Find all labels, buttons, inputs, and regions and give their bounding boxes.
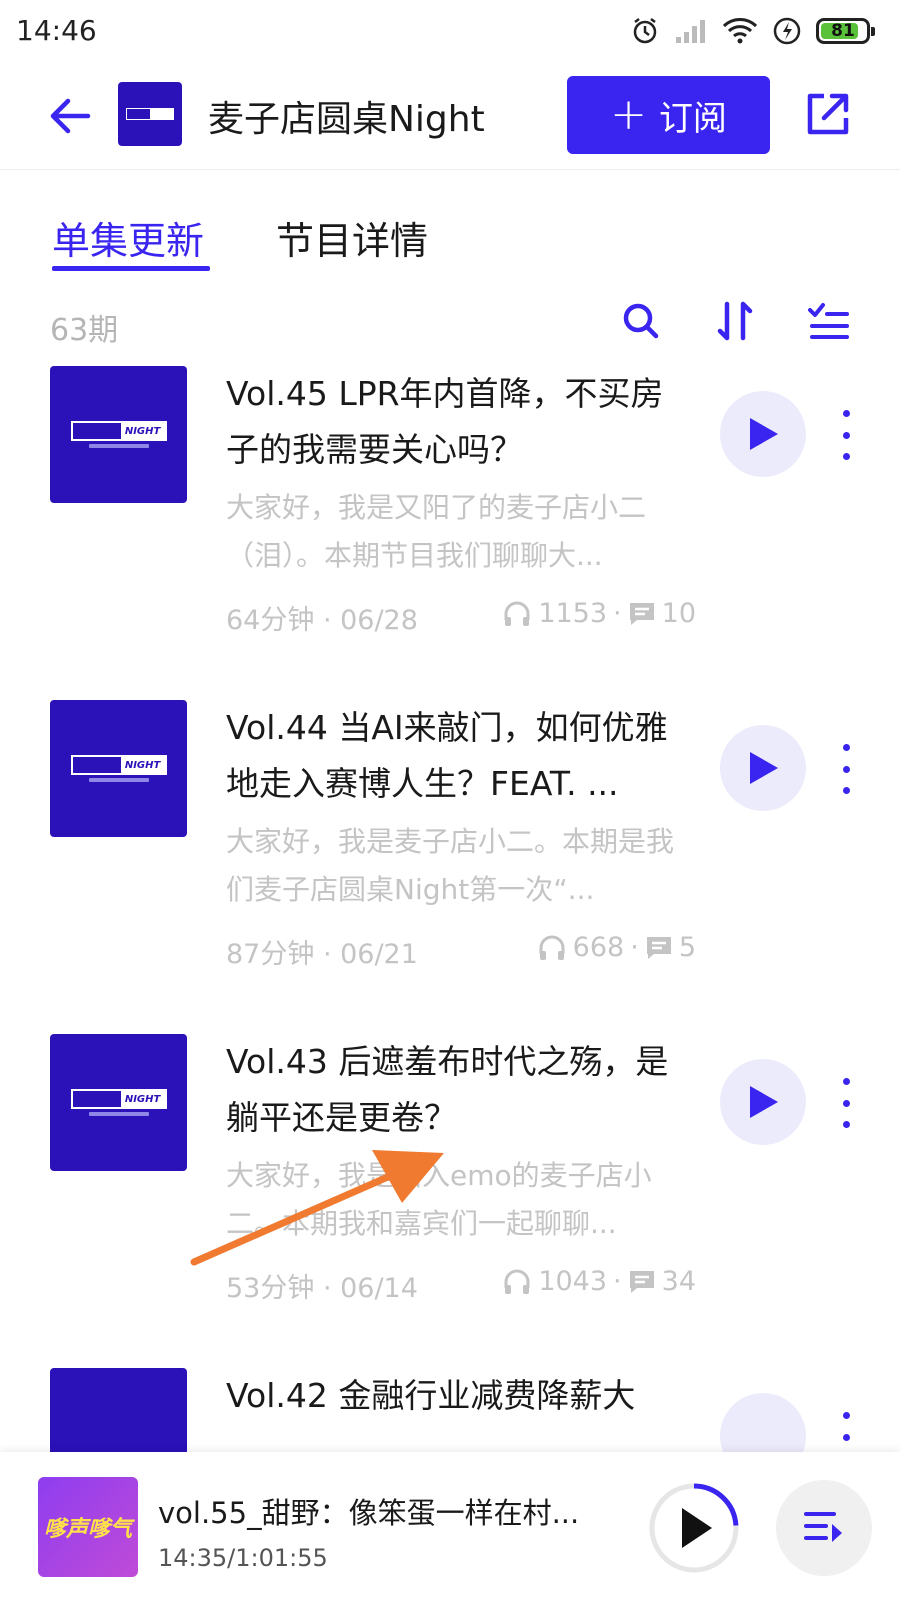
headphones-icon: [504, 1269, 530, 1294]
episode-duration-date: 53分钟 · 06/14: [226, 1273, 418, 1304]
play-button[interactable]: [720, 1059, 806, 1145]
episode-item[interactable]: NIGHT Vol.44 当AI来敲门，如何优雅地走入赛博人生？FEAT. ..…: [0, 700, 900, 1040]
status-bar: 14:46 81: [0, 0, 900, 62]
status-time: 14:46: [16, 14, 97, 47]
more-options-icon[interactable]: [835, 1078, 857, 1128]
episode-cover: NIGHT: [50, 1034, 187, 1171]
episode-item[interactable]: NIGHT Vol.43 后遮羞布时代之殇，是躺平还是更卷？ 大家好，我是陷入e…: [0, 1034, 900, 1374]
play-count: 668: [572, 932, 625, 963]
subscribe-label: 订阅: [658, 98, 727, 139]
comment-count: 34: [661, 1266, 696, 1297]
headphones-icon: [504, 601, 530, 626]
mini-player-play-button[interactable]: [646, 1480, 742, 1576]
signal-icon: [676, 20, 705, 43]
play-button[interactable]: [720, 391, 806, 477]
now-playing-time: 14:35/1:01:55: [158, 1544, 328, 1572]
episode-duration-date: 87分钟 · 06/21: [226, 939, 418, 970]
subscribe-button[interactable]: + 订阅: [567, 76, 770, 154]
search-icon[interactable]: [618, 298, 664, 344]
header: 麦子店圆桌Night + 订阅: [0, 62, 900, 170]
episode-item[interactable]: NIGHT Vol.45 LPR年内首降，不买房子的我需要关心吗？ 大家好，我是…: [0, 366, 900, 706]
play-icon: [750, 418, 778, 450]
episode-description: 大家好，我是陷入emo的麦子店小二。本期我和嘉宾们一起聊聊...: [226, 1159, 652, 1240]
comment-count: 10: [661, 598, 696, 629]
episode-title: Vol.43 后遮羞布时代之殇，是躺平还是更卷？: [226, 1042, 669, 1137]
episode-duration-date: 64分钟 · 06/28: [226, 605, 418, 636]
tab-program-details[interactable]: 节目详情: [276, 210, 428, 265]
sort-icon[interactable]: [712, 298, 758, 344]
episode-cover: [50, 1368, 187, 1452]
tab-episode-updates[interactable]: 单集更新: [52, 210, 204, 265]
episode-meta: 53分钟 · 06/14 1043 · 34: [226, 1266, 696, 1304]
episode-cover: NIGHT: [50, 366, 187, 503]
comment-icon: [629, 1270, 654, 1293]
episode-title: Vol.42 金融行业减费降薪大: [226, 1376, 636, 1415]
battery-level: 81: [831, 21, 855, 41]
active-tab-indicator: [52, 266, 210, 271]
battery-icon: 81: [816, 18, 875, 44]
episode-item[interactable]: Vol.42 金融行业减费降薪大: [0, 1368, 900, 1452]
episode-meta: 87分钟 · 06/21 668 · 5: [226, 932, 696, 970]
now-playing-title: vol.55_甜野：像笨蛋一样在村...: [158, 1496, 580, 1530]
comment-icon: [646, 936, 671, 959]
alarm-icon: [633, 18, 657, 44]
now-playing-cover: 嗲声嗲气: [38, 1477, 138, 1577]
episode-count: 63期: [50, 313, 119, 348]
episode-cover: NIGHT: [50, 700, 187, 837]
plus-icon: +: [610, 89, 647, 140]
episode-description: 大家好，我是麦子店小二。本期是我们麦子店圆桌Night第一次“...: [226, 825, 675, 906]
comment-icon: [629, 602, 654, 625]
episode-title: Vol.45 LPR年内首降，不买房子的我需要关心吗？: [226, 374, 664, 469]
more-options-icon[interactable]: [835, 410, 857, 460]
podcast-cover-thumbnail: [118, 82, 182, 146]
share-icon[interactable]: [802, 88, 854, 140]
play-button[interactable]: [720, 725, 806, 811]
wifi-icon: [722, 18, 758, 44]
more-options-icon[interactable]: [835, 744, 857, 794]
comment-count: 5: [678, 932, 696, 963]
more-options-icon[interactable]: [835, 1412, 857, 1452]
episode-description: 大家好，我是又阳了的麦子店小二（泪）。本期节目我们聊聊大...: [226, 491, 647, 572]
play-count: 1153: [538, 598, 608, 629]
podcast-title: 麦子店圆桌Night: [208, 99, 485, 140]
now-playing-cover-text: 嗲声嗲气: [43, 1517, 132, 1542]
episode-meta: 64分钟 · 06/28 1153 · 10: [226, 598, 696, 636]
status-icons: 81: [630, 14, 875, 48]
mini-player[interactable]: 嗲声嗲气 vol.55_甜野：像笨蛋一样在村... 14:35/1:01:55: [0, 1452, 900, 1600]
headphones-icon: [539, 935, 565, 960]
play-count: 1043: [538, 1266, 608, 1297]
multi-select-list-icon[interactable]: [806, 298, 852, 344]
playlist-icon[interactable]: [776, 1480, 872, 1576]
back-arrow-icon[interactable]: [44, 90, 96, 142]
play-icon: [750, 1086, 778, 1118]
play-icon: [750, 752, 778, 784]
play-button[interactable]: [720, 1393, 806, 1452]
charging-icon: [773, 17, 801, 45]
episode-title: Vol.44 当AI来敲门，如何优雅地走入赛博人生？FEAT. ...: [226, 708, 668, 803]
